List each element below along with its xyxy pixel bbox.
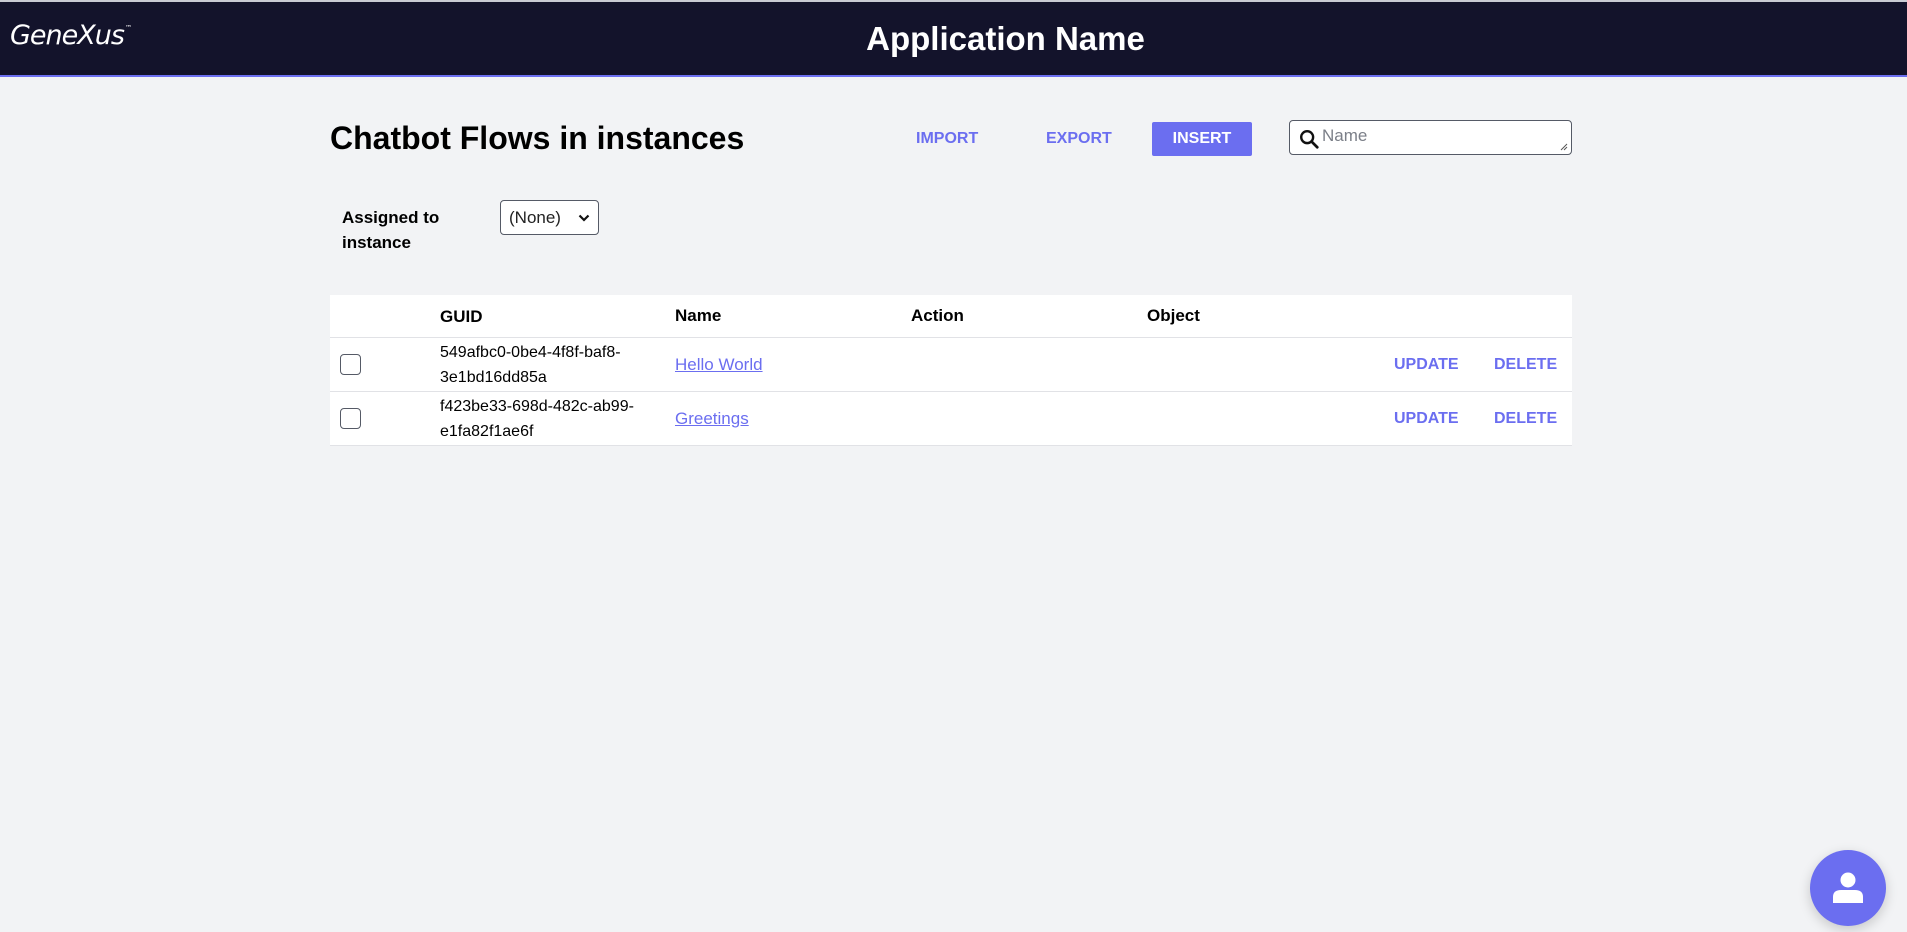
guid-line-2: 3e1bd16dd85a <box>440 368 547 386</box>
select-value: (None) <box>509 207 561 227</box>
user-fab-button[interactable] <box>1810 850 1886 926</box>
delete-button[interactable]: DELETE <box>1494 410 1557 428</box>
column-header-name: Name <box>675 306 722 325</box>
assigned-to-instance-select[interactable]: (None) <box>500 200 599 235</box>
update-button[interactable]: UPDATE <box>1394 356 1459 374</box>
app-title: Application Name <box>866 20 1145 57</box>
page-title: Chatbot Flows in instances <box>330 120 745 156</box>
user-icon <box>1833 872 1863 903</box>
search-icon <box>1300 130 1319 149</box>
assigned-to-instance-label: Assigned to instance <box>342 208 440 252</box>
grid-header-row: GUID Name Action Object <box>330 295 1572 338</box>
export-button[interactable]: EXPORT <box>1030 122 1128 156</box>
top-bar: GeneXus™ Application Name <box>0 0 1907 77</box>
flow-name-link[interactable]: Greetings <box>675 409 749 429</box>
guid-line-2: e1fa82f1ae6f <box>440 422 534 440</box>
chevron-down-icon <box>578 214 590 222</box>
guid-cell: f423be33-698d-482c-ab99- e1fa82f1ae6f <box>440 392 660 445</box>
table-row: f423be33-698d-482c-ab99- e1fa82f1ae6f Gre… <box>330 392 1572 446</box>
flow-name-link[interactable]: Hello World <box>675 355 763 375</box>
insert-button[interactable]: INSERT <box>1152 122 1252 156</box>
column-header-guid: GUID <box>440 306 483 326</box>
import-button[interactable]: IMPORT <box>900 122 994 156</box>
column-header-action: Action <box>911 306 964 325</box>
row-checkbox[interactable] <box>340 354 361 375</box>
update-button[interactable]: UPDATE <box>1394 410 1459 428</box>
guid-line-1: 549afbc0-0be4-4f8f-baf8- <box>440 343 621 361</box>
search-input[interactable] <box>1322 122 1557 152</box>
column-header-object: Object <box>1147 306 1200 325</box>
guid-line-1: f423be33-698d-482c-ab99- <box>440 397 634 415</box>
delete-button[interactable]: DELETE <box>1494 356 1557 374</box>
table-row: 549afbc0-0be4-4f8f-baf8- 3e1bd16dd85a Hel… <box>330 338 1572 392</box>
flows-grid: GUID Name Action Object 549afbc0-0be4-4f… <box>330 295 1572 446</box>
guid-cell: 549afbc0-0be4-4f8f-baf8- 3e1bd16dd85a <box>440 338 660 391</box>
resize-handle-icon[interactable] <box>1560 143 1568 151</box>
row-checkbox[interactable] <box>340 408 361 429</box>
search-box <box>1289 120 1572 155</box>
